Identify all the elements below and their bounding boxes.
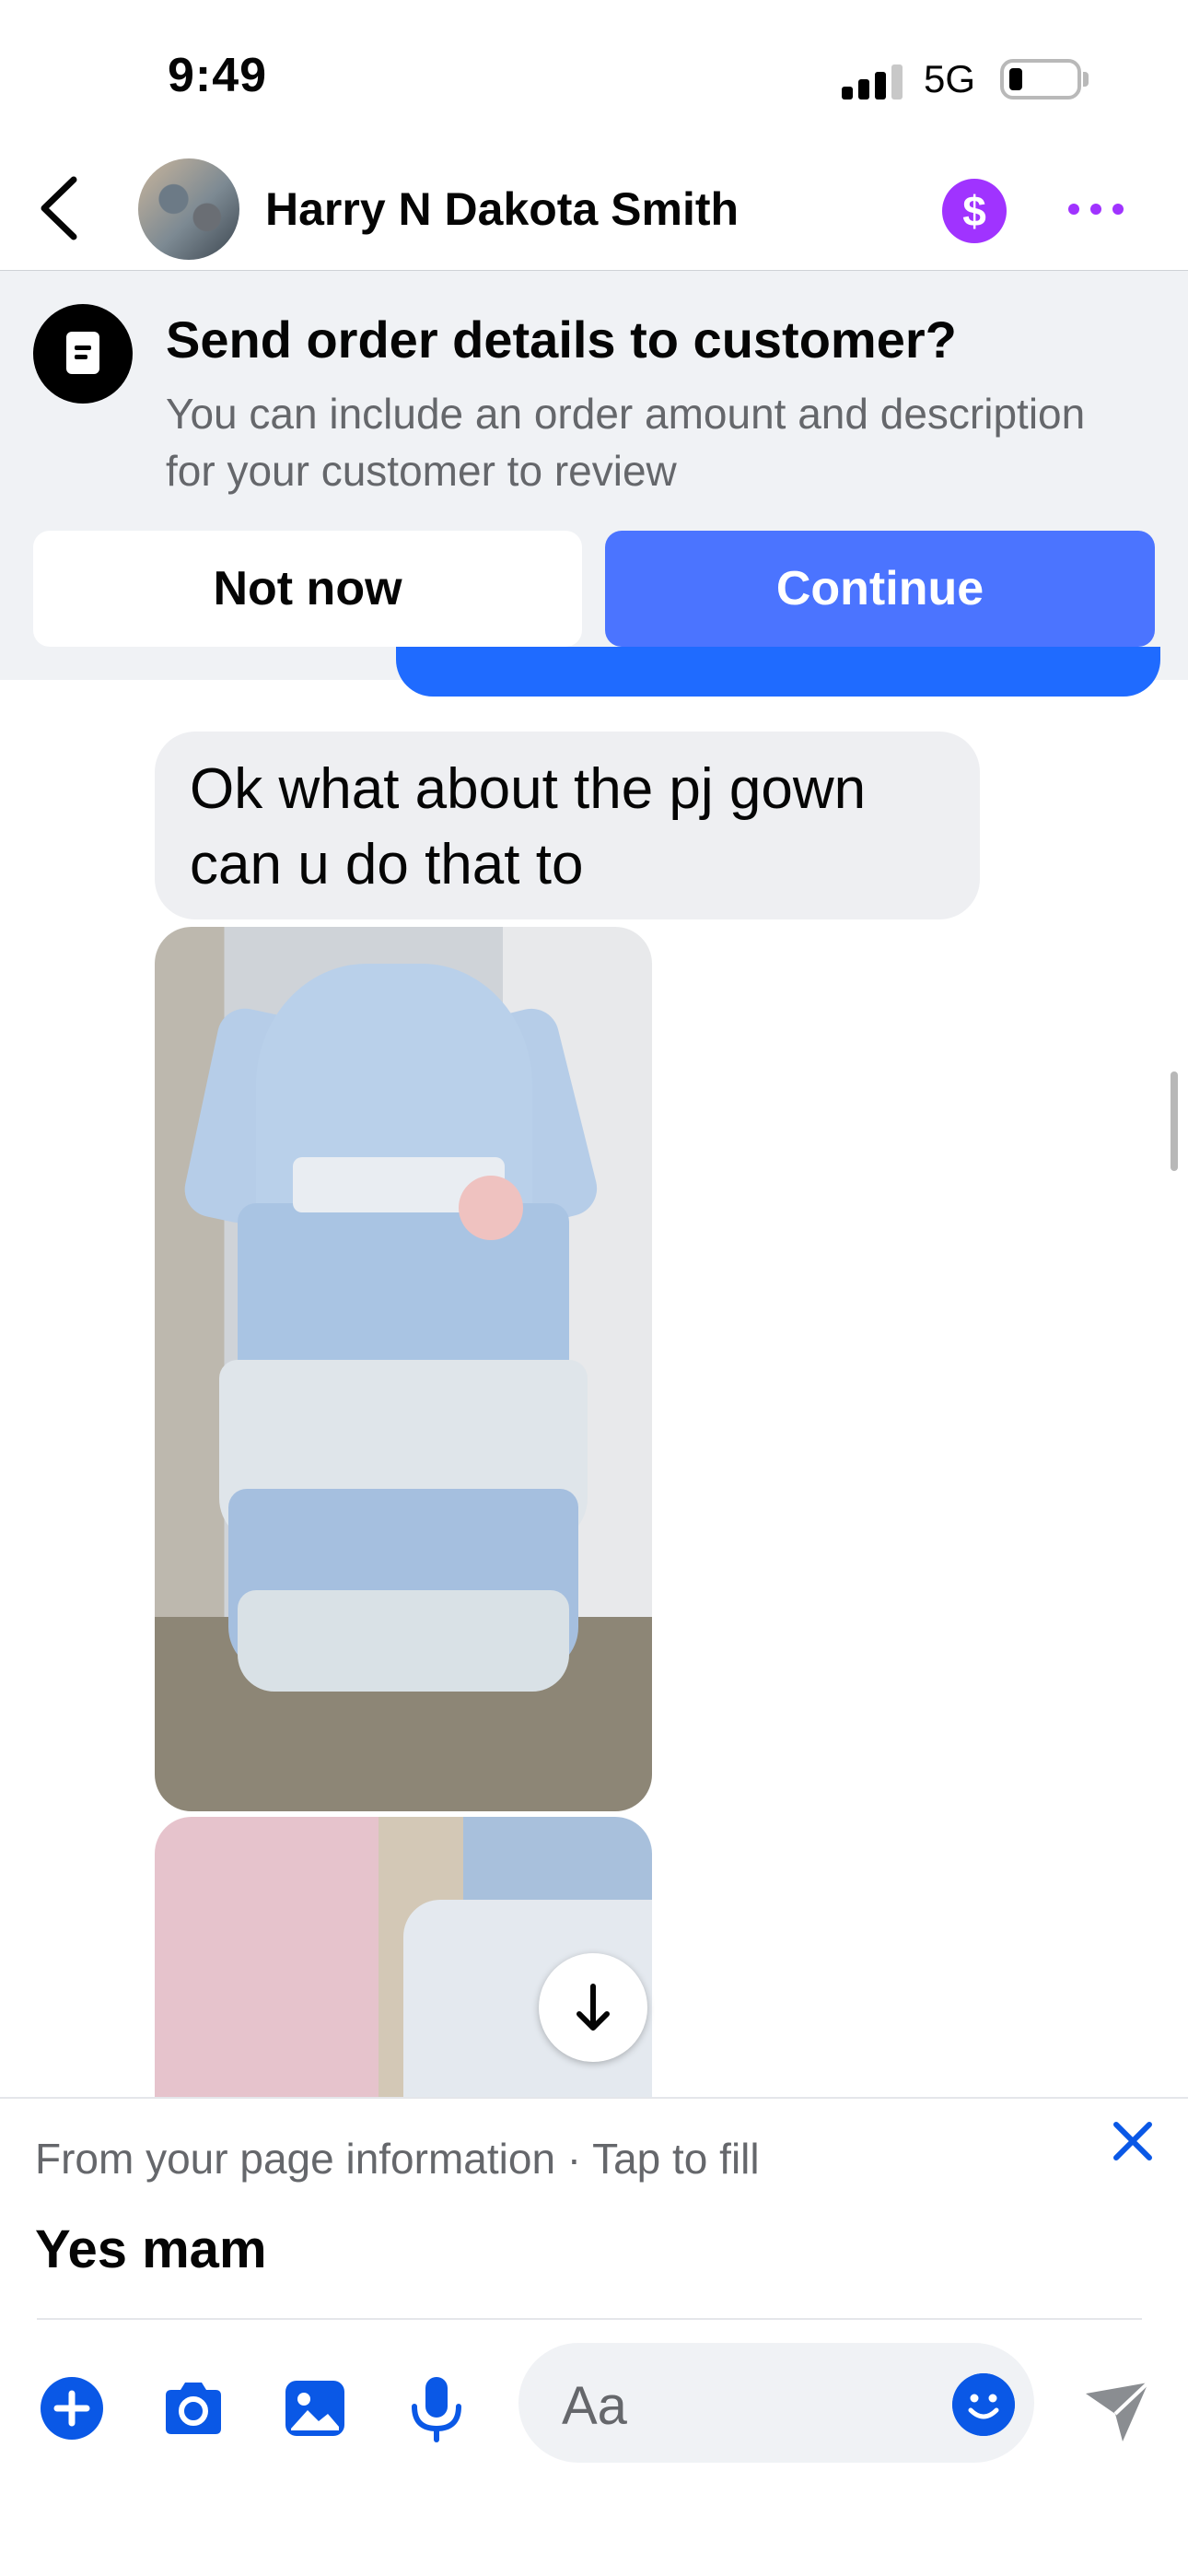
camera-icon[interactable] bbox=[158, 2373, 228, 2443]
close-icon[interactable] bbox=[1103, 2112, 1162, 2171]
suggestion-note: From your page information · Tap to fill bbox=[35, 2135, 760, 2183]
suggested-reply[interactable]: Yes mam bbox=[35, 2219, 267, 2280]
scrollbar-thumb[interactable] bbox=[1171, 1071, 1178, 1171]
more-icon[interactable] bbox=[1068, 204, 1124, 217]
not-now-button[interactable]: Not now bbox=[33, 531, 582, 647]
emoji-icon[interactable] bbox=[952, 2373, 1015, 2436]
battery-icon bbox=[1000, 59, 1081, 100]
avatar[interactable] bbox=[138, 158, 239, 260]
photo-icon[interactable] bbox=[280, 2373, 350, 2443]
continue-button[interactable]: Continue bbox=[605, 531, 1155, 647]
network-label: 5G bbox=[924, 57, 976, 100]
send-icon[interactable] bbox=[1082, 2377, 1152, 2447]
order-prompt-title: Send order details to customer? bbox=[166, 310, 957, 369]
order-document-icon bbox=[33, 304, 133, 404]
signal-icon bbox=[842, 64, 904, 100]
mic-icon[interactable] bbox=[402, 2373, 472, 2443]
previous-sent-bubble[interactable] bbox=[396, 647, 1160, 697]
back-icon[interactable] bbox=[33, 172, 88, 244]
scroll-down-arrow-icon[interactable] bbox=[539, 1953, 647, 2062]
message-input-placeholder: Aa bbox=[562, 2376, 627, 2436]
dollar-icon[interactable]: $ bbox=[942, 179, 1007, 243]
received-message-bubble[interactable]: Ok what about the pj gown can u do that … bbox=[155, 732, 980, 919]
composer-divider bbox=[37, 2318, 1142, 2320]
status-time: 9:49 bbox=[168, 49, 268, 102]
plus-icon[interactable] bbox=[37, 2373, 107, 2443]
order-prompt-description: You can include an order amount and desc… bbox=[166, 390, 1086, 495]
gown-photo[interactable] bbox=[155, 927, 652, 1811]
contact-name[interactable]: Harry N Dakota Smith bbox=[265, 182, 739, 236]
suggestion-panel bbox=[0, 2097, 1188, 2324]
battery-tip bbox=[1083, 72, 1089, 87]
